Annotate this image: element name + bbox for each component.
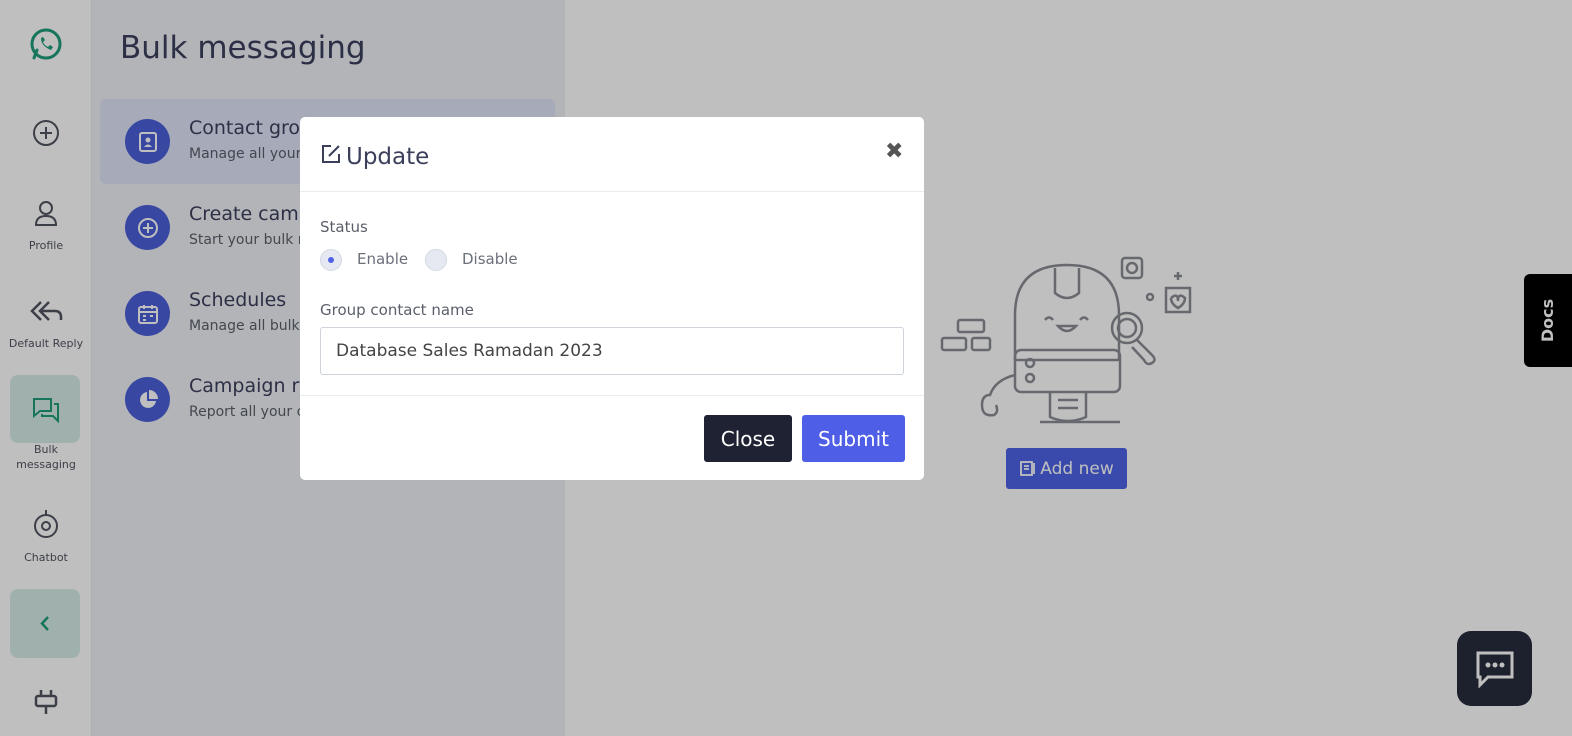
submit-button[interactable]: Submit [802,415,905,462]
modal-header: Update ✖ [300,117,924,192]
modal-title: Update [346,144,430,170]
status-enable-radio[interactable] [320,249,342,271]
status-disable-label[interactable]: Disable [462,250,518,268]
group-contact-name-input[interactable] [320,327,904,375]
update-modal: Update ✖ Status Enable Disable Group con… [300,117,924,480]
status-disable-radio[interactable] [425,249,447,271]
status-label: Status [320,218,368,236]
close-button[interactable]: Close [704,415,792,462]
modal-footer-divider [300,395,924,396]
edit-icon [322,145,340,163]
group-name-label: Group contact name [320,301,474,319]
close-icon[interactable]: ✖ [885,139,903,164]
status-enable-label[interactable]: Enable [357,250,408,268]
